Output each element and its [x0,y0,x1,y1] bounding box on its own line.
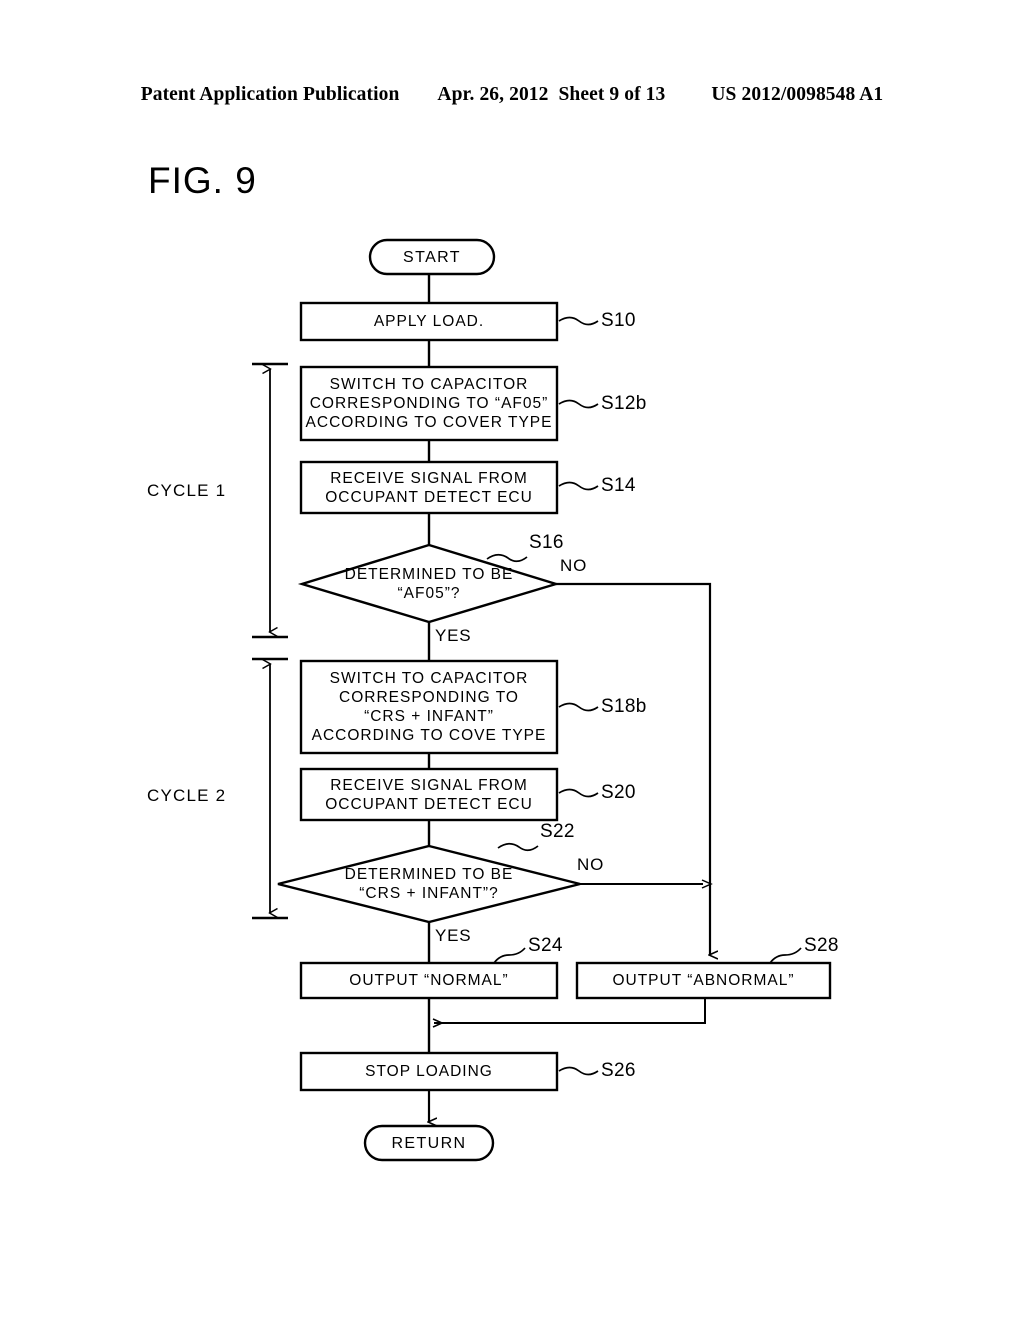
bracket-label-cycle-2: CYCLE 2 [147,786,227,805]
ref-numeral-s26: S26 [601,1060,636,1081]
flowchart-canvas [0,0,1024,1320]
ref-numeral-s20: S20 [601,782,636,803]
branch-label-s16-yes: YES [435,626,472,645]
ref-numeral-s22: S22 [540,821,575,842]
ref-numeral-s10: S10 [601,310,636,331]
node-return-shape [363,1124,495,1162]
branch-label-s16-no: NO [560,556,588,575]
node-start-shape [368,238,496,276]
node-s28-shape [575,961,832,1000]
branch-label-s22-no: NO [577,855,605,874]
bracket-label-cycle-1: CYCLE 1 [147,481,227,500]
node-s12b-shape [299,365,559,442]
ref-numeral-s12b: S12b [601,393,647,414]
ref-numeral-s18b: S18b [601,696,647,717]
ref-numeral-s14: S14 [601,475,636,496]
node-s24-shape [299,961,559,1000]
ref-numeral-s24: S24 [528,935,563,956]
branch-label-s22-yes: YES [435,926,472,945]
node-s26-shape [299,1051,559,1092]
node-s14-shape [299,460,559,515]
node-s18b-shape [299,659,559,755]
ref-numeral-s28: S28 [804,935,839,956]
node-s22-shape [277,844,581,924]
ref-numeral-s16: S16 [529,532,564,553]
node-s16-shape [297,543,561,624]
node-s10-shape [299,301,559,342]
node-s20-shape [299,767,559,822]
